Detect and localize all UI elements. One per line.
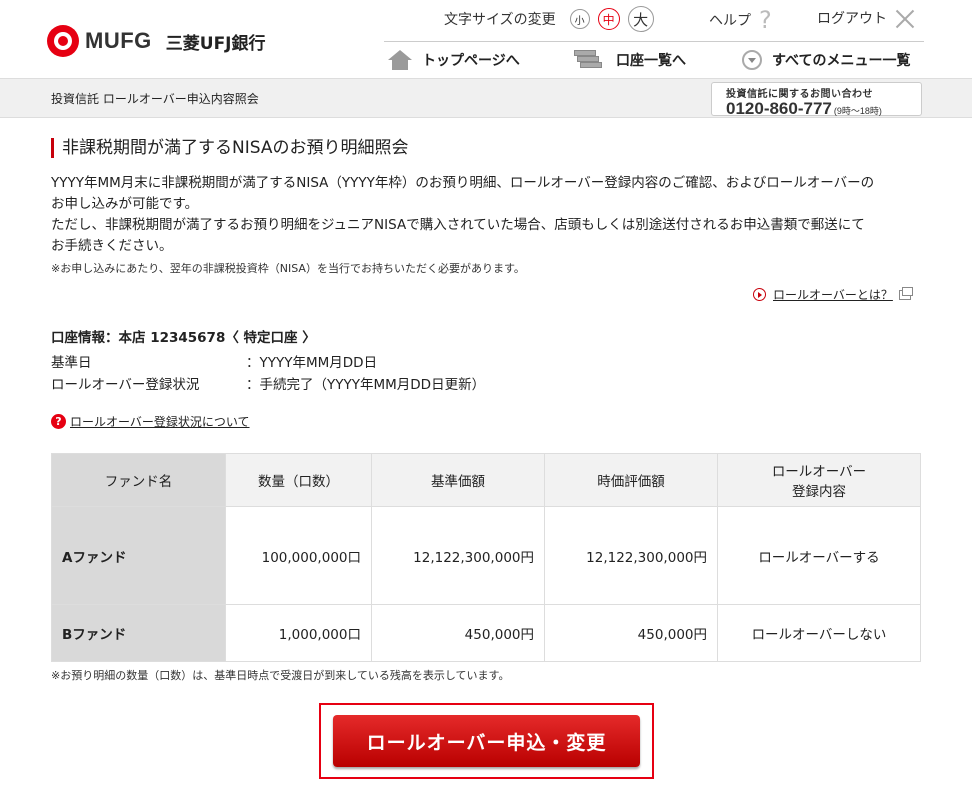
mufg-logo-icon	[47, 25, 79, 57]
rollover-apply-button[interactable]: ロールオーバー申込・変更	[333, 715, 640, 767]
contact-phone: 0120-860-777	[726, 99, 832, 118]
contact-box: 投資信託に関するお問い合わせ 0120-860-777 (9時～18時)	[711, 82, 922, 118]
col-base-price: 基準価額	[371, 453, 545, 507]
table-row: Bファンド 1,000,000口 450,000円 450,000円 ロールオー…	[51, 604, 921, 662]
cta-highlight: ロールオーバー申込・変更	[319, 703, 654, 779]
logout-label: ログアウト	[817, 11, 887, 27]
contact-hours: (9時～18時)	[833, 106, 882, 116]
account-info: 口座情報：本店 12345678〈 特定口座 〉	[51, 330, 316, 346]
fund-market-value: 450,000円	[544, 604, 718, 662]
intro-text: YYYY年MM月末に非課税期間が満了するNISA（YYYY年枠）のお預り明細、ロ…	[51, 173, 931, 257]
col-market-value: 時価評価額	[544, 453, 718, 507]
fund-table: ファンド名 数量（口数） 基準価額 時価評価額 ロールオーバー 登録内容 Aファン…	[51, 453, 921, 662]
rollover-what-label[interactable]: ロールオーバーとは？	[773, 286, 893, 303]
nav-top-page[interactable]: トップページへ	[388, 50, 520, 70]
contact-phone-line: 0120-860-777 (9時～18時)	[726, 100, 921, 120]
font-size-medium-button[interactable]: 中	[597, 8, 620, 30]
nav-accounts-label: 口座一覧へ	[616, 53, 686, 69]
account-list-icon	[574, 50, 604, 70]
fund-quantity: 100,000,000口	[225, 506, 372, 605]
logo-mufg-text: MUFG	[85, 28, 152, 53]
intro-line: お手続きください。	[51, 238, 173, 254]
font-size-controls: 文字サイズの変更 小 中 大	[444, 6, 662, 32]
col-quantity: 数量（口数）	[225, 453, 372, 507]
col-rollover: ロールオーバー 登録内容	[717, 453, 921, 507]
fund-name: Aファンド	[51, 506, 226, 605]
status-label: ロールオーバー登録状況	[51, 377, 200, 393]
base-date-value: ：YYYY年MM月DD日	[246, 355, 378, 371]
question-icon: ?	[51, 414, 66, 429]
mufg-logo[interactable]: MUFG 三菱UFJ銀行	[47, 25, 266, 57]
quantity-note: ※お預り明細の数量（口数）は、基準日時点で受渡日が到来している残高を表示していま…	[51, 669, 510, 682]
intro-line: ただし、非課税期間が満了するお預り明細をジュニアNISAで購入されていた場合、店…	[51, 217, 865, 233]
col-rollover-line1: ロールオーバー	[771, 464, 867, 480]
col-rollover-line2: 登録内容	[792, 484, 846, 500]
font-size-label: 文字サイズの変更	[444, 12, 556, 28]
nav-menu-label: すべてのメニュー一覧	[772, 53, 911, 69]
fund-name: Bファンド	[51, 604, 226, 662]
breadcrumb-bar: 投資信託 ロールオーバー申込内容照会 投資信託に関するお問い合わせ 0120-8…	[0, 78, 972, 118]
help-label: ヘルプ	[709, 13, 751, 29]
status-help-link[interactable]: ? ロールオーバー登録状況について	[51, 413, 250, 430]
intro-line: お申し込みが可能です。	[51, 196, 199, 212]
fund-market-value: 12,122,300,000円	[544, 506, 718, 605]
font-size-large-button[interactable]: 大	[627, 6, 654, 32]
help-link[interactable]: ヘルプ ?	[709, 8, 772, 32]
nisa-note: ※お申し込みにあたり、翌年の非課税投資枠（NISA）を当行でお持ちいただく必要が…	[51, 262, 525, 275]
header: MUFG 三菱UFJ銀行 文字サイズの変更 小 中 大 ヘルプ ? ログアウト …	[0, 0, 972, 78]
nav-all-menu[interactable]: すべてのメニュー一覧	[742, 50, 910, 70]
fund-base-price: 12,122,300,000円	[371, 506, 545, 605]
intro-line: YYYY年MM月末に非課税期間が満了するNISA（YYYY年枠）のお預り明細、ロ…	[51, 175, 875, 191]
new-window-icon	[898, 286, 913, 300]
col-fund-name: ファンド名	[51, 453, 226, 507]
status-help-label[interactable]: ロールオーバー登録状況について	[70, 413, 250, 430]
fund-rollover: ロールオーバーする	[717, 506, 921, 605]
nav-account-list[interactable]: 口座一覧へ	[574, 50, 686, 70]
fund-rollover: ロールオーバーしない	[717, 604, 921, 662]
rollover-what-link[interactable]: ロールオーバーとは？	[753, 286, 913, 303]
global-nav: トップページへ 口座一覧へ すべてのメニュー一覧	[384, 41, 924, 78]
fund-quantity: 1,000,000口	[225, 604, 372, 662]
contact-title: 投資信託に関するお問い合わせ	[726, 89, 873, 100]
base-date-label: 基準日	[51, 355, 92, 371]
question-icon: ?	[759, 6, 772, 34]
font-size-small-button[interactable]: 小	[569, 9, 590, 29]
home-icon	[388, 50, 412, 70]
logo-bank-name: 三菱UFJ銀行	[165, 33, 266, 54]
table-row: Aファンド 100,000,000口 12,122,300,000円 12,12…	[51, 506, 921, 605]
fund-base-price: 450,000円	[371, 604, 545, 662]
breadcrumb: 投資信託 ロールオーバー申込内容照会	[51, 92, 259, 106]
status-value: ：手続完了（YYYY年MM月DD日更新）	[246, 377, 486, 393]
close-icon	[895, 8, 915, 28]
logout-link[interactable]: ログアウト	[817, 8, 915, 28]
page-title: 非課税期間が満了するNISAのお預り明細照会	[51, 138, 408, 158]
chevron-down-icon	[742, 50, 762, 70]
play-arrow-icon	[753, 288, 766, 301]
nav-top-label: トップページへ	[422, 53, 520, 69]
